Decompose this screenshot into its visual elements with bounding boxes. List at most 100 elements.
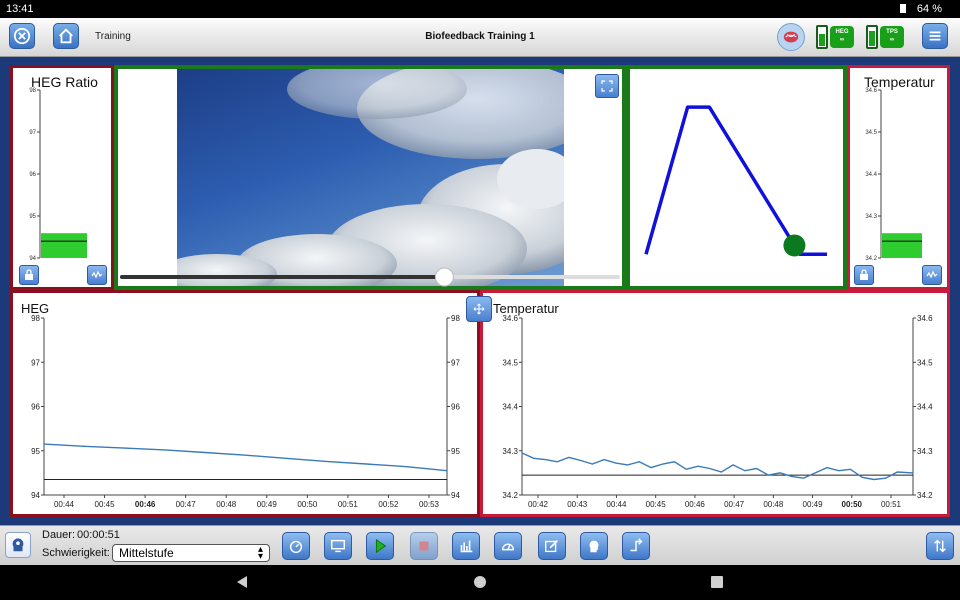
play-button[interactable] — [366, 532, 394, 560]
y-tick-label: 94 — [31, 491, 40, 500]
y-tick-label: 98 — [31, 314, 40, 323]
signal-settings-button[interactable] — [922, 265, 942, 285]
head-icon — [12, 538, 24, 552]
tick-label: 97 — [29, 130, 36, 136]
sensor-button[interactable] — [494, 532, 522, 560]
lock-button[interactable] — [854, 265, 874, 285]
heg-ratio-panel: HEG Ratio 98 97 96 95 94 — [10, 65, 114, 290]
brain-icon — [783, 31, 799, 43]
tick-label: 34.4 — [865, 172, 877, 178]
tps-device-status[interactable]: TPS ∞ — [866, 23, 906, 51]
tick-label: 34.3 — [865, 214, 877, 220]
x-tick-label: 00:47 — [724, 500, 745, 509]
signal-icon — [91, 270, 103, 279]
edit-icon — [545, 539, 559, 553]
battery-icon — [816, 25, 828, 49]
monitor-icon — [330, 539, 346, 553]
x-tick-label: 00:52 — [378, 500, 399, 509]
y-tick-label: 97 — [451, 358, 460, 367]
x-tick-label: 00:42 — [528, 500, 549, 509]
menu-icon — [929, 31, 941, 41]
client-button[interactable] — [580, 532, 608, 560]
link-icon: ∞ — [839, 37, 845, 43]
home-button[interactable] — [53, 23, 79, 49]
page-title: Biofeedback Training 1 — [425, 31, 535, 42]
move-arrows-icon — [473, 303, 485, 315]
video-frame — [177, 69, 564, 286]
series-line — [43, 443, 448, 472]
heg-chart-panel: HEG 98 98 97 97 96 96 95 95 94 94 00:44 00:45 00:46 0… — [10, 290, 480, 517]
video-progress-slider[interactable] — [118, 267, 622, 287]
tick-label: 95 — [29, 214, 36, 220]
x-tick-label: 00:46 — [685, 500, 706, 509]
signal-settings-button[interactable] — [87, 265, 107, 285]
x-tick-label: 00:44 — [606, 500, 627, 509]
duration-label: Dauer: — [42, 529, 76, 541]
status-battery: 64 % — [916, 3, 942, 15]
menu-button[interactable] — [922, 23, 948, 49]
temperature-gauge-panel: Temperatur 34.6 34.5 34.4 34.3 34.2 — [847, 65, 950, 290]
y-tick-label: 34.3 — [917, 447, 933, 456]
x-tick-label: 00:46 — [135, 500, 156, 509]
feedback-animation-panel — [626, 65, 847, 290]
x-tick-label: 00:43 — [567, 500, 588, 509]
close-button[interactable] — [9, 23, 35, 49]
close-icon — [13, 27, 31, 45]
home-nav-button[interactable] — [473, 575, 487, 589]
x-tick-label: 00:45 — [646, 500, 667, 509]
y-tick-label: 98 — [451, 314, 460, 323]
heg-device-status[interactable]: HEG ∞ — [816, 23, 856, 51]
flow-icon — [630, 538, 643, 552]
tick-label: 34.5 — [865, 130, 877, 136]
home-icon — [59, 28, 73, 44]
progress-marker — [783, 234, 806, 257]
slider-thumb[interactable] — [434, 267, 454, 287]
x-tick-label: 00:48 — [216, 500, 237, 509]
video-panel — [114, 65, 626, 290]
notes-button[interactable] — [538, 532, 566, 560]
back-button[interactable] — [235, 575, 249, 589]
x-tick-label: 00:53 — [419, 500, 440, 509]
x-tick-label: 00:45 — [95, 500, 116, 509]
feedback-settings-button[interactable] — [282, 532, 310, 560]
brain-button[interactable] — [777, 23, 805, 51]
fullscreen-button[interactable] — [595, 74, 619, 98]
lock-icon — [860, 269, 868, 280]
recents-icon — [711, 576, 723, 588]
temperature-gauge: 34.6 34.5 34.4 34.3 34.2 — [865, 88, 922, 262]
temperature-line-chart: 34.6 34.6 34.5 34.5 34.4 34.4 34.3 34.3 34.2 34.2… — [502, 314, 933, 509]
protocol-button[interactable] — [622, 532, 650, 560]
y-tick-label: 96 — [31, 403, 40, 412]
stop-button[interactable] — [410, 532, 438, 560]
x-tick-label: 00:50 — [842, 500, 863, 509]
status-time: 13:41 — [6, 3, 34, 15]
difficulty-value: Mittelstufe — [119, 546, 174, 560]
top-bar: Training Biofeedback Training 1 HEG ∞ TPS… — [0, 18, 960, 57]
difficulty-select[interactable]: Mittelstufe ▴ ▾ — [112, 544, 270, 562]
statistics-button[interactable] — [452, 532, 480, 560]
y-tick-label: 34.4 — [917, 403, 933, 412]
recents-button[interactable] — [710, 575, 724, 589]
home-circle-icon — [474, 576, 486, 588]
lock-button[interactable] — [19, 265, 39, 285]
tick-label: 96 — [29, 172, 36, 178]
select-arrows-icon: ▴ ▾ — [257, 544, 263, 562]
layout-move-button[interactable] — [466, 296, 492, 322]
screen-button[interactable] — [324, 532, 352, 560]
profile-button[interactable] — [5, 532, 31, 558]
x-tick-label: 00:50 — [297, 500, 318, 509]
x-tick-label: 00:48 — [763, 500, 784, 509]
link-icon: ∞ — [889, 37, 895, 43]
sky-clouds-image — [177, 69, 564, 286]
signal-icon — [926, 270, 938, 279]
y-tick-label: 95 — [451, 447, 460, 456]
y-tick-label: 34.6 — [502, 314, 518, 323]
tick-label: 98 — [29, 88, 36, 94]
duration-value: 00:00:51 — [77, 529, 120, 541]
y-tick-label: 34.2 — [917, 491, 933, 500]
device-label: HEG — [835, 29, 849, 35]
battery-icon — [900, 4, 906, 13]
sort-button[interactable] — [926, 532, 954, 560]
play-icon — [375, 538, 387, 554]
x-tick-label: 00:44 — [54, 500, 75, 509]
